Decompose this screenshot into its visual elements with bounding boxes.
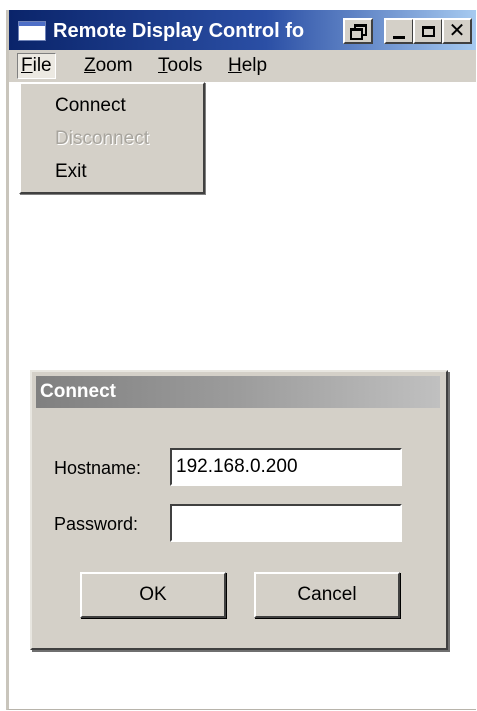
hostname-label: Hostname: — [54, 458, 142, 478]
minimize-button[interactable] — [384, 18, 414, 44]
app-icon — [18, 21, 46, 41]
maximize-icon — [421, 25, 435, 37]
window-title: Remote Display Control fo — [53, 20, 305, 42]
menu-file[interactable]: File — [17, 53, 56, 79]
menu-item-disconnect: Disconnect — [55, 128, 149, 149]
dialog-title[interactable]: Connect — [36, 376, 440, 408]
menu-zoom[interactable]: Zoom — [81, 54, 136, 78]
maximize-button[interactable] — [413, 18, 443, 44]
ok-button[interactable]: OK — [80, 572, 226, 618]
restore-icon — [350, 24, 367, 40]
hostname-input[interactable] — [170, 448, 402, 486]
menu-item-connect[interactable]: Connect — [55, 94, 126, 118]
menu-bar: File Zoom Tools Help — [9, 50, 476, 82]
file-menu-dropdown: Connect Disconnect Exit — [19, 82, 205, 194]
menu-item-exit[interactable]: Exit — [55, 160, 87, 184]
restore-button[interactable] — [343, 18, 373, 44]
minimize-icon — [393, 35, 405, 39]
password-label: Password: — [54, 514, 139, 534]
title-bar[interactable]: Remote Display Control fo ✕ — [9, 10, 476, 50]
cancel-button[interactable]: Cancel — [254, 572, 400, 618]
close-button[interactable]: ✕ — [442, 18, 472, 44]
connect-dialog: Connect Hostname: Password: OK Cancel — [30, 370, 448, 650]
close-icon: ✕ — [448, 20, 466, 42]
menu-help[interactable]: Help — [225, 54, 270, 78]
password-input[interactable] — [170, 504, 402, 542]
menu-tools[interactable]: Tools — [155, 54, 205, 78]
